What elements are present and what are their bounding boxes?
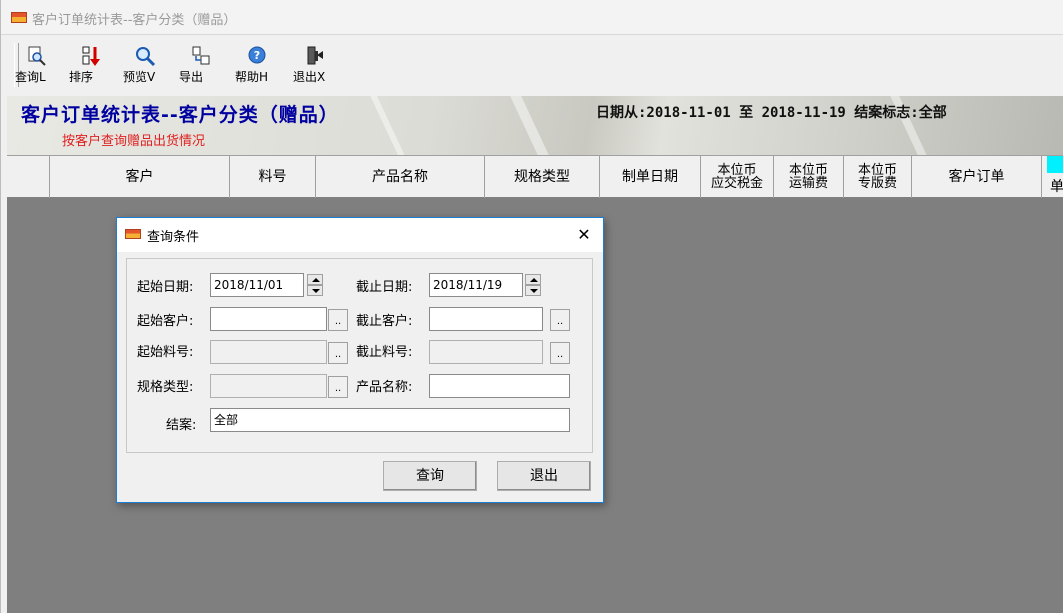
grid-header: 客户 料号 产品名称 规格类型 制单日期 本位币 应交税金 本位币 运输费 本位…: [7, 155, 1063, 198]
preview-button-label: 预览V: [123, 70, 156, 84]
column-header-customer[interactable]: 客户: [50, 156, 230, 198]
preview-button[interactable]: 预览V: [123, 43, 167, 93]
end-customer-input[interactable]: [429, 307, 543, 331]
application-window: 客户订单统计表--客户分类（赠品） 查询L 排序 预览V 导出 ? 帮助H 退出…: [0, 0, 1063, 613]
spec-type-label: 规格类型:: [137, 380, 194, 395]
help-button[interactable]: ? 帮助H: [235, 43, 279, 93]
closed-status-field[interactable]: 全部: [210, 408, 570, 432]
export-icon: [192, 46, 210, 65]
column-header-customer-order[interactable]: 客户订单: [912, 156, 1042, 198]
export-button-label: 导出: [179, 70, 204, 84]
start-part-input[interactable]: [210, 340, 327, 364]
end-date-spinner[interactable]: [525, 274, 541, 296]
report-header: 客户订单统计表--客户分类（赠品） 按客户查询赠品出货情况 日期从:2018-1…: [7, 96, 1063, 155]
end-part-browse-button[interactable]: ..: [550, 342, 570, 364]
column-header-tax[interactable]: 本位币 应交税金: [701, 156, 774, 198]
spin-down-icon[interactable]: [307, 285, 323, 296]
dialog-app-icon: [125, 229, 141, 239]
spec-type-input[interactable]: [210, 374, 327, 398]
spec-type-browse-button[interactable]: ..: [328, 376, 348, 398]
start-date-field[interactable]: 2018/11/01: [210, 273, 304, 297]
sort-icon: [82, 46, 100, 66]
end-part-label: 截止料号:: [356, 345, 413, 360]
background-decoration: [368, 96, 412, 155]
report-subtitle: 按客户查询赠品出货情况: [62, 134, 206, 149]
start-customer-browse-button[interactable]: ..: [328, 309, 348, 331]
exit-button-label: 退出X: [293, 70, 326, 84]
sort-button[interactable]: 排序: [69, 43, 113, 93]
product-name-label: 产品名称:: [356, 380, 413, 395]
close-icon[interactable]: ✕: [566, 221, 602, 249]
sort-button-label: 排序: [69, 70, 94, 84]
row-indicator-header[interactable]: [7, 156, 50, 198]
query-button[interactable]: 查询L: [15, 43, 59, 93]
help-icon: ?: [248, 46, 266, 64]
background-decoration: [508, 96, 556, 155]
start-customer-label: 起始客户:: [137, 314, 194, 329]
magnifier-document-icon: [28, 46, 46, 66]
window-titlebar: 客户订单统计表--客户分类（赠品）: [1, 0, 1063, 35]
dialog-titlebar[interactable]: 查询条件 ✕: [117, 218, 603, 252]
end-date-field[interactable]: 2018/11/19: [429, 273, 523, 297]
product-name-input[interactable]: [429, 374, 570, 398]
report-title: 客户订单统计表--客户分类（赠品）: [21, 104, 339, 126]
help-button-label: 帮助H: [235, 70, 269, 84]
start-part-browse-button[interactable]: ..: [328, 342, 348, 364]
start-date-spinner[interactable]: [307, 274, 323, 296]
dialog-query-button[interactable]: 查询: [383, 461, 477, 491]
dialog-title: 查询条件: [147, 230, 200, 245]
closed-status-label: 结案:: [166, 418, 197, 433]
query-button-label: 查询L: [15, 70, 46, 84]
app-icon: [11, 12, 27, 23]
start-date-label: 起始日期:: [137, 280, 194, 295]
window-title: 客户订单统计表--客户分类（赠品）: [32, 13, 237, 28]
column-header-part-number[interactable]: 料号: [230, 156, 316, 198]
export-button[interactable]: 导出: [179, 43, 223, 93]
spin-down-icon[interactable]: [525, 285, 541, 296]
toolbar: 查询L 排序 预览V 导出 ? 帮助H 退出X: [1, 39, 1063, 96]
end-customer-label: 截止客户:: [356, 314, 413, 329]
exit-icon: [307, 46, 323, 65]
column-header-order-date[interactable]: 制单日期: [600, 156, 701, 198]
spin-up-icon[interactable]: [525, 274, 541, 285]
start-part-label: 起始料号:: [137, 345, 194, 360]
column-header-product-name[interactable]: 产品名称: [316, 156, 485, 198]
column-header-plate-fee[interactable]: 本位币 专版费: [844, 156, 912, 198]
dialog-exit-button[interactable]: 退出: [497, 461, 591, 491]
cyan-marker: [1047, 156, 1063, 173]
start-customer-input[interactable]: [210, 307, 327, 331]
column-header-freight[interactable]: 本位币 运输费: [774, 156, 844, 198]
svg-text:?: ?: [254, 49, 260, 62]
report-date-filter: 日期从:2018-11-01 至 2018-11-19 结案标志:全部: [596, 105, 947, 121]
query-dialog: 查询条件 ✕ 起始日期: 2018/11/01 截止日期: 2018/11/19…: [116, 217, 604, 503]
end-customer-browse-button[interactable]: ..: [550, 309, 570, 331]
spin-up-icon[interactable]: [307, 274, 323, 285]
column-header-spec-type[interactable]: 规格类型: [485, 156, 600, 198]
exit-button[interactable]: 退出X: [293, 43, 337, 93]
end-date-label: 截止日期:: [356, 280, 413, 295]
end-part-input[interactable]: [429, 340, 543, 364]
preview-icon: [136, 47, 156, 67]
